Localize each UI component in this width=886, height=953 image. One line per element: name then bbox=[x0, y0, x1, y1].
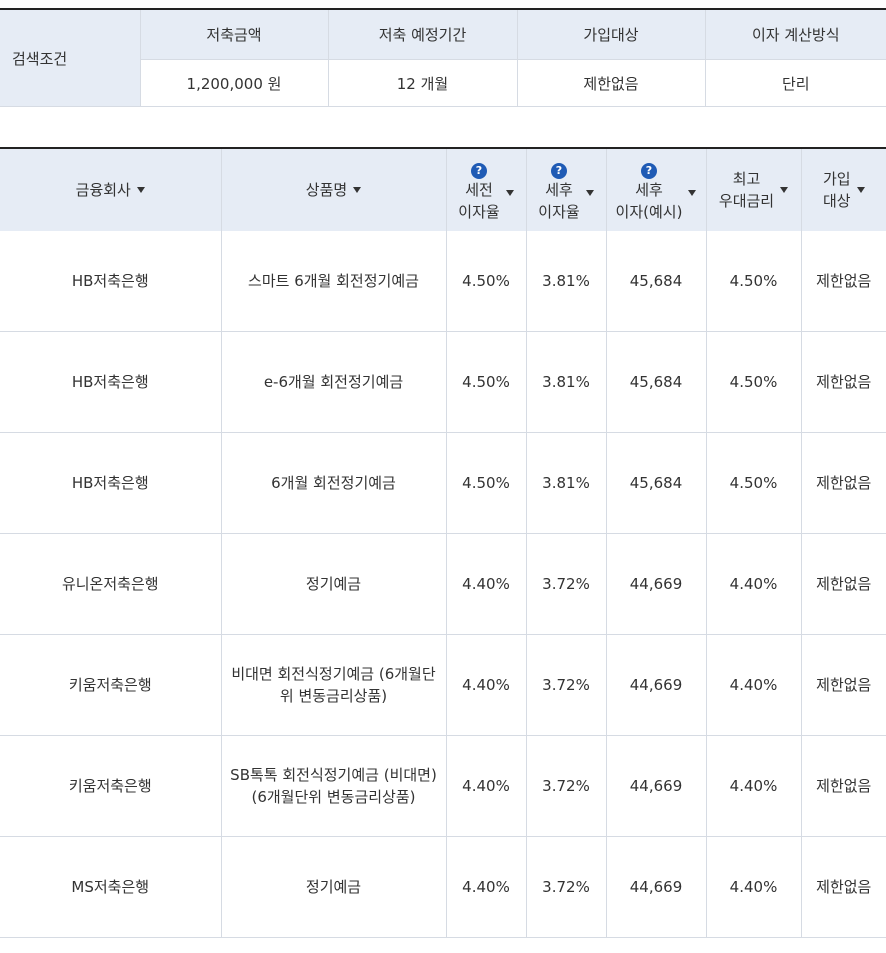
cell-aftertax-interest: 45,684 bbox=[605, 231, 706, 332]
cell-pretax-rate: 4.50% bbox=[445, 432, 526, 534]
search-header-calc-method: 이자 계산방식 bbox=[704, 9, 886, 60]
col-header-max-rate-line2: 우대금리 bbox=[718, 192, 775, 210]
table-row: HB저축은행 6개월 회전정기예금 4.50% 3.81% 45,684 4.5… bbox=[0, 432, 886, 534]
question-circle-icon[interactable]: ? bbox=[471, 162, 487, 179]
search-value-target: 제한없음 bbox=[516, 59, 705, 107]
caret-down-icon[interactable] bbox=[353, 187, 362, 193]
search-value-amount: 1,200,000 원 bbox=[139, 59, 328, 107]
results-header-row: 금융회사 상품명 ? 세전 이자율 ? 세후 이자율 ? 세후 이자(예시) 최… bbox=[0, 148, 886, 231]
col-header-company[interactable]: 금융회사 bbox=[0, 148, 221, 231]
search-header-period: 저축 예정기간 bbox=[327, 9, 517, 60]
cell-product-link[interactable]: 정기예금 bbox=[220, 836, 446, 938]
cell-aftertax-rate: 3.81% bbox=[525, 231, 606, 332]
cell-company: HB저축은행 bbox=[0, 231, 221, 332]
col-header-aftertax-rate-line2: 이자율 bbox=[538, 202, 580, 221]
col-header-max-rate[interactable]: 최고 우대금리 bbox=[705, 148, 801, 231]
search-condition-table: 검색조건 저축금액 저축 예정기간 가입대상 이자 계산방식 1,200,000… bbox=[0, 8, 886, 107]
col-header-aftertax-rate[interactable]: ? 세후 이자율 bbox=[525, 148, 606, 231]
question-circle-icon[interactable]: ? bbox=[551, 162, 567, 179]
col-header-product[interactable]: 상품명 bbox=[220, 148, 446, 231]
cell-aftertax-rate: 3.72% bbox=[525, 533, 606, 635]
cell-max-rate: 4.50% bbox=[705, 432, 801, 534]
col-header-target[interactable]: 가입 대상 bbox=[800, 148, 886, 231]
col-header-target-line1: 가입 bbox=[822, 170, 851, 188]
cell-target: 제한없음 bbox=[800, 836, 886, 938]
col-header-aftertax-interest[interactable]: ? 세후 이자(예시) bbox=[605, 148, 706, 231]
cell-pretax-rate: 4.40% bbox=[445, 634, 526, 736]
caret-down-icon[interactable] bbox=[136, 187, 145, 193]
col-header-aftertax-interest-line1: 세후 bbox=[635, 180, 663, 199]
cell-pretax-rate: 4.40% bbox=[445, 533, 526, 635]
cell-aftertax-rate: 3.72% bbox=[525, 735, 606, 837]
cell-aftertax-rate: 3.81% bbox=[525, 331, 606, 433]
question-circle-icon[interactable]: ? bbox=[641, 162, 657, 179]
caret-down-icon[interactable] bbox=[688, 189, 697, 196]
col-header-company-label: 금융회사 bbox=[75, 181, 131, 199]
cell-company: 키움저축은행 bbox=[0, 735, 221, 837]
table-row: HB저축은행 e-6개월 회전정기예금 4.50% 3.81% 45,684 4… bbox=[0, 331, 886, 433]
table-row: MS저축은행 정기예금 4.40% 3.72% 44,669 4.40% 제한없… bbox=[0, 836, 886, 938]
table-row: 유니온저축은행 정기예금 4.40% 3.72% 44,669 4.40% 제한… bbox=[0, 533, 886, 635]
search-value-period: 12 개월 bbox=[327, 59, 517, 107]
table-row: 키움저축은행 비대면 회전식정기예금 (6개월단위 변동금리상품) 4.40% … bbox=[0, 634, 886, 736]
cell-product-link[interactable]: 6개월 회전정기예금 bbox=[220, 432, 446, 534]
cell-target: 제한없음 bbox=[800, 533, 886, 635]
cell-target: 제한없음 bbox=[800, 735, 886, 837]
col-header-aftertax-rate-line1: 세후 bbox=[545, 180, 573, 199]
cell-max-rate: 4.40% bbox=[705, 533, 801, 635]
cell-company: HB저축은행 bbox=[0, 331, 221, 433]
cell-max-rate: 4.40% bbox=[705, 735, 801, 837]
caret-down-icon[interactable] bbox=[780, 187, 789, 193]
cell-product-link[interactable]: 비대면 회전식정기예금 (6개월단위 변동금리상품) bbox=[220, 634, 446, 736]
cell-product-link[interactable]: 정기예금 bbox=[220, 533, 446, 635]
cell-aftertax-interest: 44,669 bbox=[605, 533, 706, 635]
cell-aftertax-rate: 3.81% bbox=[525, 432, 606, 534]
col-header-max-rate-line1: 최고 bbox=[732, 170, 761, 188]
cell-company: 유니온저축은행 bbox=[0, 533, 221, 635]
col-header-pretax-rate[interactable]: ? 세전 이자율 bbox=[445, 148, 526, 231]
cell-max-rate: 4.50% bbox=[705, 231, 801, 332]
col-header-product-label: 상품명 bbox=[305, 181, 348, 199]
cell-target: 제한없음 bbox=[800, 231, 886, 332]
cell-product-link[interactable]: SB톡톡 회전식정기예금 (비대면) (6개월단위 변동금리상품) bbox=[220, 735, 446, 837]
col-header-target-line2: 대상 bbox=[822, 192, 851, 210]
cell-pretax-rate: 4.50% bbox=[445, 231, 526, 332]
search-value-calc-method: 단리 bbox=[704, 59, 886, 107]
cell-company: MS저축은행 bbox=[0, 836, 221, 938]
caret-down-icon[interactable] bbox=[585, 189, 594, 196]
table-row: HB저축은행 스마트 6개월 회전정기예금 4.50% 3.81% 45,684… bbox=[0, 231, 886, 332]
cell-max-rate: 4.40% bbox=[705, 634, 801, 736]
cell-pretax-rate: 4.50% bbox=[445, 331, 526, 433]
search-header-amount: 저축금액 bbox=[139, 9, 328, 60]
cell-aftertax-interest: 44,669 bbox=[605, 735, 706, 837]
cell-product-link[interactable]: e-6개월 회전정기예금 bbox=[220, 331, 446, 433]
cell-max-rate: 4.40% bbox=[705, 836, 801, 938]
cell-target: 제한없음 bbox=[800, 634, 886, 736]
caret-down-icon[interactable] bbox=[505, 189, 514, 196]
col-header-pretax-rate-line1: 세전 bbox=[465, 180, 493, 199]
cell-pretax-rate: 4.40% bbox=[445, 735, 526, 837]
cell-aftertax-interest: 44,669 bbox=[605, 836, 706, 938]
table-row: 키움저축은행 SB톡톡 회전식정기예금 (비대면) (6개월단위 변동금리상품)… bbox=[0, 735, 886, 837]
cell-aftertax-rate: 3.72% bbox=[525, 634, 606, 736]
cell-company: HB저축은행 bbox=[0, 432, 221, 534]
col-header-aftertax-interest-line2: 이자(예시) bbox=[615, 202, 683, 221]
cell-aftertax-interest: 44,669 bbox=[605, 634, 706, 736]
cell-target: 제한없음 bbox=[800, 432, 886, 534]
cell-aftertax-rate: 3.72% bbox=[525, 836, 606, 938]
cell-target: 제한없음 bbox=[800, 331, 886, 433]
cell-aftertax-interest: 45,684 bbox=[605, 432, 706, 534]
cell-max-rate: 4.50% bbox=[705, 331, 801, 433]
cell-aftertax-interest: 45,684 bbox=[605, 331, 706, 433]
results-table: 금융회사 상품명 ? 세전 이자율 ? 세후 이자율 ? 세후 이자(예시) 최… bbox=[0, 147, 886, 938]
cell-company: 키움저축은행 bbox=[0, 634, 221, 736]
search-condition-title: 검색조건 bbox=[0, 9, 140, 107]
col-header-pretax-rate-line2: 이자율 bbox=[458, 202, 500, 221]
search-header-target: 가입대상 bbox=[516, 9, 705, 60]
cell-pretax-rate: 4.40% bbox=[445, 836, 526, 938]
caret-down-icon[interactable] bbox=[856, 187, 865, 193]
cell-product-link[interactable]: 스마트 6개월 회전정기예금 bbox=[220, 231, 446, 332]
